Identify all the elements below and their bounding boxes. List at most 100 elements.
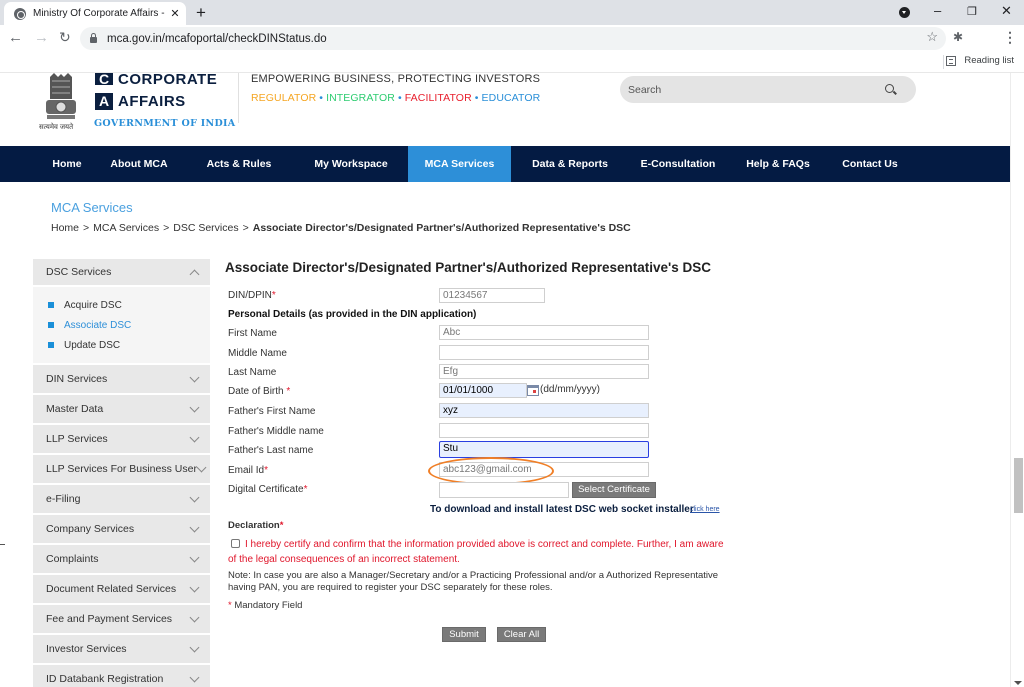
role-separator: • [319,92,324,104]
calendar-icon[interactable] [527,385,539,396]
label-text: Declaration [228,520,280,531]
sidebar-llp-services[interactable]: LLP Services [33,425,210,455]
section-title: MCA Services [51,200,133,215]
nav-help-faqs[interactable]: Help & FAQs [727,146,829,182]
page-viewport: सत्यमेव जयते C CORPORATE A AFFAIRS GOVER… [0,73,1010,687]
page-edge-marker [0,544,5,545]
father-last-name-label: Father's Last name [228,445,314,456]
chevron-down-icon [189,372,200,383]
logo-letter-c: C [95,73,113,85]
chevron-down-icon [189,642,200,653]
reading-list-button[interactable]: Reading list [946,55,1014,66]
sidebar-din-services[interactable]: DIN Services [33,365,210,395]
chevron-down-icon [196,462,207,473]
page-scrollbar[interactable] [1010,73,1024,687]
close-window-button[interactable]: ✕ [1001,3,1012,19]
tab-close-icon[interactable]: ✕ [168,7,182,20]
nav-data-reports[interactable]: Data & Reports [511,146,629,182]
forward-arrow-icon[interactable]: → [34,29,49,46]
browser-menu-icon[interactable]: ⋮ [1003,29,1017,46]
father-first-name-label: Father's First Name [228,406,316,417]
breadcrumb-separator: > [242,222,249,234]
submit-button[interactable]: Submit [442,627,486,642]
breadcrumb-current: Associate Director's/Designated Partner'… [252,222,631,234]
sidebar-item-update-dsc[interactable]: Update DSC [48,335,210,355]
site-search-input[interactable]: Search [620,76,916,103]
sidebar-master-data[interactable]: Master Data [33,395,210,425]
extensions-puzzle-icon[interactable]: ✱ [953,30,963,44]
scroll-down-arrow-icon[interactable] [1014,681,1022,685]
sidebar-item-label: Fee and Payment Services [46,613,173,625]
sidebar-item-label: Acquire DSC [64,299,122,311]
digital-certificate-input[interactable] [439,482,569,498]
address-bar-row: ← → ↻ mca.gov.in/mcafoportal/checkDINSta… [0,25,1024,52]
sidebar-item-label: Company Services [46,523,135,535]
dob-input[interactable]: 01/01/1000 [439,383,527,398]
digital-certificate-label: Digital Certificate* [228,484,308,495]
clear-all-button[interactable]: Clear All [497,627,546,642]
minimize-button[interactable]: – [934,3,941,18]
sidebar-item-label: Master Data [46,403,104,415]
restore-button[interactable]: ❐ [967,5,977,18]
scrollbar-thumb[interactable] [1014,458,1023,513]
breadcrumb-mca-services[interactable]: MCA Services [93,222,159,234]
select-certificate-button[interactable]: Select Certificate [572,482,656,498]
sidebar-item-label: DSC Services [46,266,112,278]
download-installer-text: To download and install latest DSC web s… [430,504,694,515]
sidebar-item-acquire-dsc[interactable]: Acquire DSC [48,295,210,315]
nav-e-consultation[interactable]: E-Consultation [629,146,727,182]
chevron-down-icon [189,612,200,623]
chevron-up-icon [189,269,200,280]
sidebar-company-services[interactable]: Company Services [33,515,210,545]
last-name-input[interactable]: Efg [439,364,649,379]
breadcrumb-home[interactable]: Home [51,222,79,234]
nav-my-workspace[interactable]: My Workspace [294,146,408,182]
bookmark-bar: Reading list [0,52,1024,73]
bullet-icon [48,342,54,348]
sidebar-complaints[interactable]: Complaints [33,545,210,575]
sidebar-id-databank[interactable]: ID Databank Registration [33,665,210,687]
sidebar-llp-business-user[interactable]: LLP Services For Business User [33,455,210,485]
new-tab-button[interactable]: + [196,3,206,23]
din-input[interactable]: 01234567 [439,288,545,303]
sidebar-item-label: LLP Services For Business User [46,463,197,475]
bullet-icon [48,322,54,328]
first-name-input[interactable]: Abc [439,325,649,340]
required-marker: * [228,600,232,611]
nav-about-mca[interactable]: About MCA [94,146,184,182]
label-text: Digital Certificate [228,484,304,495]
last-name-label: Last Name [228,367,277,378]
sidebar-investor-services[interactable]: Investor Services [33,635,210,665]
bookmark-star-icon[interactable]: ☆ [926,29,938,45]
reload-icon[interactable]: ↻ [59,29,71,46]
sidebar-fee-payment[interactable]: Fee and Payment Services [33,605,210,635]
chevron-down-icon [189,582,200,593]
browser-tab[interactable]: Ministry Of Corporate Affairs - M ✕ [4,2,186,25]
url-field[interactable]: mca.gov.in/mcafoportal/checkDINStatus.do… [80,27,946,50]
father-last-name-input[interactable]: Stu [439,441,649,458]
note-text: Note: In case you are also a Manager/Sec… [228,570,719,593]
back-arrow-icon[interactable]: ← [8,29,23,46]
download-installer-link[interactable]: click here [690,506,720,513]
sidebar-e-filing[interactable]: e-Filing [33,485,210,515]
nav-contact-us[interactable]: Contact Us [829,146,911,182]
nav-home[interactable]: Home [40,146,94,182]
breadcrumb-dsc-services[interactable]: DSC Services [173,222,238,234]
sidebar-document-services[interactable]: Document Related Services [33,575,210,605]
nav-mca-services[interactable]: MCA Services [408,146,511,182]
profile-icon[interactable] [899,7,910,18]
logo-letter-a: A [95,93,113,110]
role-separator: • [397,92,402,104]
breadcrumb: Home > MCA Services > DSC Services > Associate… [51,222,631,234]
father-first-name-input[interactable]: xyz [439,403,649,418]
emblem-caption: सत्यमेव जयते [39,124,74,131]
tab-title: Ministry Of Corporate Affairs - M [33,8,168,19]
declaration-checkbox[interactable] [231,539,240,548]
father-middle-name-input[interactable] [439,423,649,438]
sidebar-item-associate-dsc[interactable]: Associate DSC [48,315,210,335]
search-icon[interactable] [885,84,894,93]
sidebar-dsc-services[interactable]: DSC Services [33,259,210,287]
nav-acts-rules[interactable]: Acts & Rules [184,146,294,182]
middle-name-input[interactable] [439,345,649,360]
